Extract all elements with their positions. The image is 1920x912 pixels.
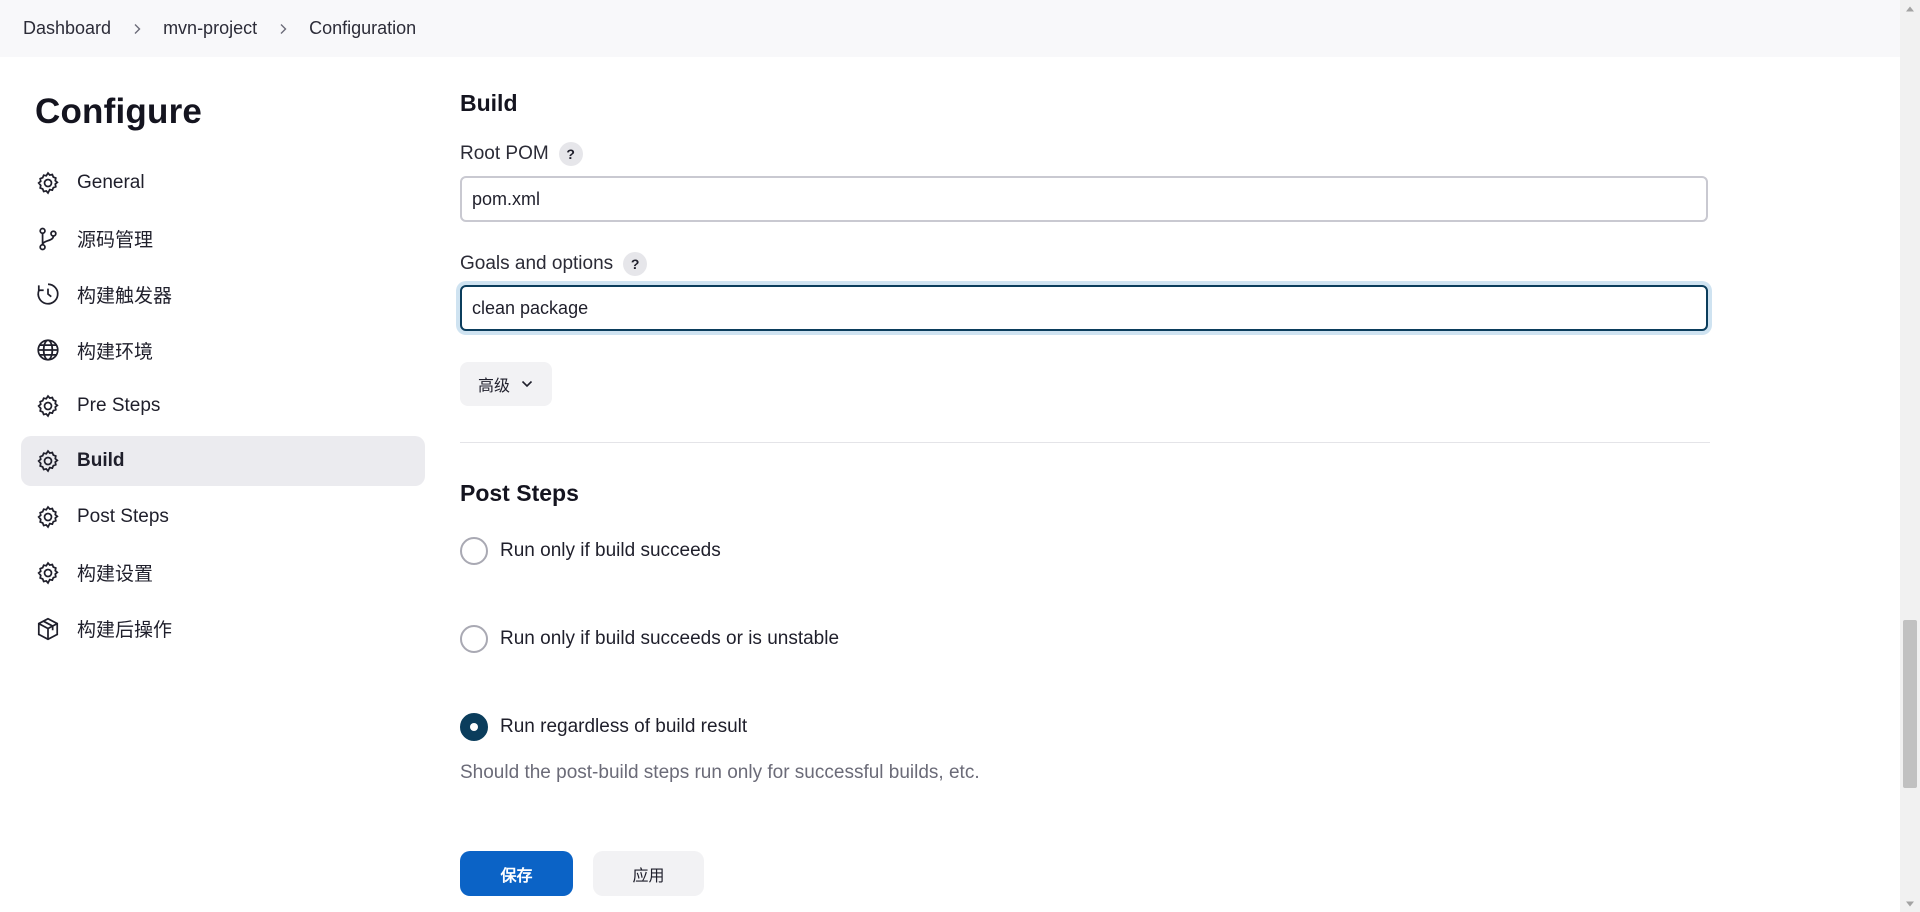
- sidebar-item-build-settings[interactable]: 构建设置: [21, 548, 425, 598]
- radio-option-success-or-unstable[interactable]: Run only if build succeeds or is unstabl…: [460, 625, 1710, 653]
- sidebar-item-label: 构建环境: [77, 341, 154, 363]
- chevron-right-icon: [277, 23, 289, 35]
- scroll-up-arrow-icon[interactable]: [1900, 0, 1920, 17]
- sidebar-item-label: General: [77, 172, 145, 193]
- save-button[interactable]: 保存: [460, 851, 573, 896]
- gear-icon: [35, 504, 61, 530]
- root-pom-label-text: Root POM: [460, 143, 549, 164]
- chevron-right-icon: [131, 23, 143, 35]
- radio-option-success-only[interactable]: Run only if build succeeds: [460, 537, 1710, 565]
- build-section-title: Build: [460, 90, 518, 116]
- sidebar-item-general[interactable]: General: [21, 158, 425, 208]
- root-pom-label: Root POM ?: [460, 142, 1710, 166]
- sidebar-item-build-environment[interactable]: 构建环境: [21, 325, 425, 375]
- sidebar-item-label: Pre Steps: [77, 394, 161, 416]
- post-steps-section-title: Post Steps: [460, 480, 579, 506]
- goals-label-text: Goals and options: [460, 253, 614, 274]
- sidebar-item-label: 构建设置: [77, 564, 154, 586]
- scrollbar-thumb[interactable]: [1903, 620, 1917, 788]
- package-icon: [35, 616, 61, 642]
- help-icon[interactable]: ?: [623, 252, 648, 276]
- sidebar-item-build-triggers[interactable]: 构建触发器: [21, 269, 425, 319]
- page-title: Configure: [35, 92, 203, 131]
- breadcrumb: Dashboard mvn-project Configuration: [0, 0, 1900, 57]
- radio-label: Run only if build succeeds or is unstabl…: [500, 628, 840, 649]
- sidebar-item-label: 源码管理: [77, 230, 154, 252]
- sidebar: Configure General 源码管理 构建触发器 构建环境 Pre St…: [21, 57, 425, 659]
- root-pom-input[interactable]: [460, 176, 1708, 222]
- scroll-down-arrow-icon[interactable]: [1900, 895, 1920, 912]
- section-divider: [460, 442, 1710, 443]
- sidebar-item-post-build-actions[interactable]: 构建后操作: [21, 604, 425, 654]
- breadcrumb-dashboard[interactable]: Dashboard: [23, 18, 111, 39]
- radio-label: Run only if build succeeds: [500, 540, 721, 561]
- sidebar-item-label: 构建触发器: [77, 285, 173, 307]
- bottom-action-bar: 保存 应用: [430, 833, 1740, 912]
- help-icon[interactable]: ?: [558, 142, 583, 166]
- sidebar-item-pre-steps[interactable]: Pre Steps: [21, 381, 425, 431]
- chevron-down-icon: [521, 380, 533, 388]
- git-branch-icon: [35, 226, 61, 252]
- sidebar-item-source-control[interactable]: 源码管理: [21, 214, 425, 264]
- radio-button[interactable]: [460, 537, 488, 565]
- breadcrumb-project[interactable]: mvn-project: [163, 18, 257, 39]
- gear-icon: [35, 448, 61, 474]
- sidebar-item-label: Build: [77, 450, 125, 472]
- apply-button[interactable]: 应用: [593, 851, 704, 896]
- advanced-button[interactable]: 高级: [460, 362, 553, 406]
- radio-option-regardless[interactable]: Run regardless of build result: [460, 713, 1710, 741]
- sidebar-item-build[interactable]: Build: [21, 436, 425, 487]
- radio-label: Run regardless of build result: [500, 716, 748, 737]
- radio-button[interactable]: [460, 625, 488, 653]
- globe-icon: [35, 337, 61, 363]
- gear-icon: [35, 170, 61, 196]
- main-content: Build Root POM ? Goals and options ? 高级 …: [460, 57, 1710, 784]
- goals-input[interactable]: [460, 285, 1708, 331]
- sidebar-item-post-steps[interactable]: Post Steps: [21, 492, 425, 542]
- radio-button[interactable]: [460, 713, 488, 741]
- sidebar-item-label: 构建后操作: [77, 620, 173, 641]
- breadcrumb-configuration[interactable]: Configuration: [309, 18, 416, 39]
- clock-icon: [35, 281, 61, 307]
- gear-icon: [35, 393, 61, 419]
- sidebar-item-label: Post Steps: [77, 506, 169, 528]
- goals-label: Goals and options ?: [460, 252, 1710, 276]
- advanced-label: 高级: [478, 378, 511, 395]
- post-steps-hint: Should the post-build steps run only for…: [460, 762, 980, 783]
- gear-icon: [35, 560, 61, 586]
